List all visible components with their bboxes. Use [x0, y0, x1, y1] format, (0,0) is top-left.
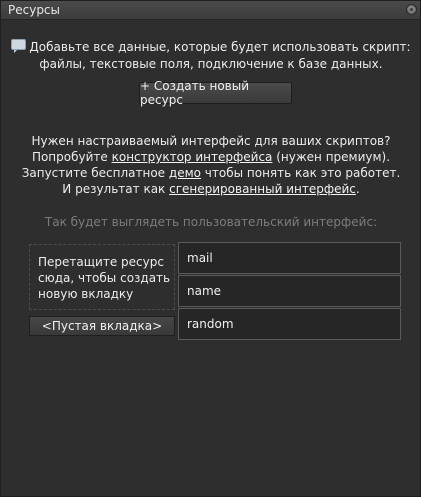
promo-line-2: Попробуйте конструктор интерфейса (нужен…: [31, 150, 391, 164]
tab-drop-zone[interactable]: Перетащите ресурс сюда, чтобы создать но…: [29, 244, 175, 310]
demo-link[interactable]: демо: [169, 166, 201, 180]
promo-line-3: Запустите бесплатное демо чтобы понять к…: [21, 166, 401, 180]
panel-titlebar: Ресурсы: [1, 1, 420, 20]
empty-tab-button[interactable]: <Пустая вкладка>: [29, 316, 175, 336]
promo-line-4: И результат как сгенерированный интерфей…: [62, 182, 360, 196]
preview-label: Так будет выглядеть пользовательский инт…: [44, 215, 378, 229]
generated-interface-link[interactable]: сгенерированный интерфейс: [169, 182, 356, 196]
resource-field-name[interactable]: name: [178, 275, 401, 307]
panel-title: Ресурсы: [8, 3, 61, 17]
promo-line-1: Нужен настраиваемый интерфейс для ваших …: [31, 134, 391, 148]
create-resource-button[interactable]: + Создать новый ресурс: [139, 79, 292, 107]
info-text: Добавьте все данные, которые будет испол…: [11, 39, 411, 73]
chat-bubble-icon: [11, 39, 27, 53]
close-circle-icon[interactable]: [406, 4, 417, 15]
info-line-1: Добавьте все данные, которые будет испол…: [11, 39, 411, 56]
ui-builder-link[interactable]: конструктор интерфейса: [112, 150, 273, 164]
resources-panel: Ресурсы Добавьте все данные, которые буд…: [0, 0, 421, 497]
resource-field-random[interactable]: random: [178, 308, 401, 340]
info-line-2: файлы, текстовые поля, подключение к баз…: [39, 57, 383, 71]
promo-text: Нужен настраиваемый интерфейс для ваших …: [11, 133, 411, 197]
resource-field-mail[interactable]: mail: [178, 242, 401, 274]
